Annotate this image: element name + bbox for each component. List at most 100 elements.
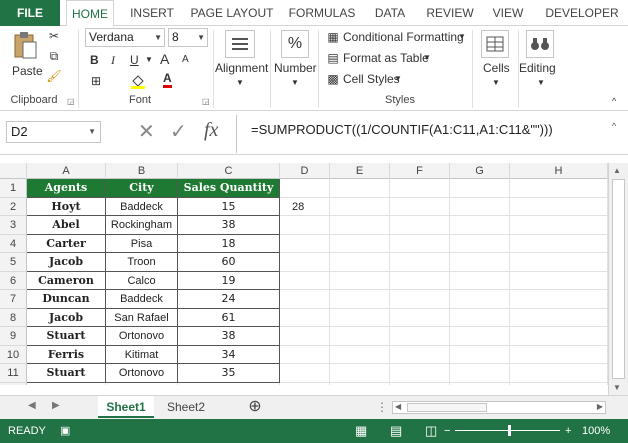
grid-cell[interactable] <box>390 290 450 309</box>
percent-icon[interactable]: % <box>281 30 309 58</box>
grid-cell[interactable] <box>390 308 450 327</box>
enter-icon[interactable]: ✓ <box>170 119 187 144</box>
format-painter-icon[interactable]: 🖌 <box>46 69 62 83</box>
paste-icon[interactable] <box>10 30 40 62</box>
table-cell[interactable]: Pisa <box>106 234 178 253</box>
grid-cell[interactable] <box>280 345 330 364</box>
grid-cell[interactable] <box>450 253 510 272</box>
grid-cell[interactable] <box>280 290 330 309</box>
expand-formula-icon[interactable]: ^ <box>612 121 616 131</box>
add-sheet-button[interactable]: ⊕ <box>240 396 270 418</box>
cut-icon[interactable]: ✂ <box>46 29 62 43</box>
bold-button[interactable]: B <box>90 53 99 67</box>
table-header-cell[interactable]: Sales Quantity <box>178 179 280 198</box>
grid-cell[interactable] <box>280 234 330 253</box>
tab-page-layout[interactable]: PAGE LAYOUT <box>188 0 276 26</box>
zoom-in-button[interactable]: + <box>565 419 571 443</box>
scroll-up-icon[interactable]: ▲ <box>613 166 621 175</box>
binoculars-icon[interactable] <box>526 30 554 58</box>
grid-cell[interactable] <box>390 234 450 253</box>
grid-cell[interactable] <box>280 179 330 198</box>
column-header[interactable]: B <box>106 163 178 179</box>
grid-cell[interactable] <box>450 271 510 290</box>
row-header[interactable]: 8 <box>0 308 27 327</box>
grid-cell[interactable] <box>450 197 510 216</box>
next-sheet-icon[interactable]: ▶ <box>52 400 60 411</box>
column-header[interactable]: A <box>27 163 106 179</box>
grid-cell[interactable] <box>280 271 330 290</box>
row-header[interactable]: 6 <box>0 271 27 290</box>
grow-font-button[interactable]: A <box>160 51 169 67</box>
grid-cell[interactable] <box>390 271 450 290</box>
insert-function-button[interactable]: fx <box>204 119 218 142</box>
grid-cell[interactable] <box>510 308 608 327</box>
table-cell[interactable]: 38 <box>178 327 280 346</box>
grid-cell[interactable] <box>280 364 330 383</box>
result-cell[interactable]: 28 <box>280 197 330 216</box>
table-cell[interactable]: Jacob <box>27 253 106 272</box>
prev-sheet-icon[interactable]: ◀ <box>28 400 36 411</box>
row-header[interactable]: 7 <box>0 290 27 309</box>
grid-cell[interactable] <box>510 216 608 235</box>
grid-cell[interactable] <box>510 382 608 385</box>
scroll-right-icon[interactable]: ▶ <box>597 402 603 411</box>
tab-review[interactable]: REVIEW <box>420 0 480 26</box>
grid-cell[interactable] <box>106 382 178 385</box>
horizontal-scrollbar[interactable]: ◀ ▶ <box>392 401 606 414</box>
grid-cell[interactable] <box>330 179 390 198</box>
collapse-ribbon-icon[interactable]: ^ <box>612 96 616 106</box>
table-cell[interactable]: 38 <box>178 216 280 235</box>
cells-button[interactable]: Cells <box>483 61 510 75</box>
table-cell[interactable]: San Rafael <box>106 308 178 327</box>
macro-record-icon[interactable]: ▣ <box>60 419 70 443</box>
grid-cell[interactable] <box>390 197 450 216</box>
select-all-corner[interactable] <box>0 163 27 179</box>
sheet-tab-sheet2[interactable]: Sheet2 <box>158 396 214 418</box>
row-header[interactable]: 5 <box>0 253 27 272</box>
grid-cell[interactable] <box>280 216 330 235</box>
tab-data[interactable]: DATA <box>368 0 412 26</box>
table-cell[interactable]: Duncan <box>27 290 106 309</box>
cancel-icon[interactable]: ✕ <box>138 119 155 144</box>
conditional-formatting-button[interactable]: Conditional Formatting <box>343 30 464 44</box>
grid-cell[interactable] <box>390 253 450 272</box>
table-cell[interactable]: Cameron <box>27 271 106 290</box>
table-cell[interactable]: Jacob <box>27 308 106 327</box>
fill-color-icon[interactable] <box>130 73 146 92</box>
grid-cell[interactable] <box>450 327 510 346</box>
grid-cell[interactable] <box>330 234 390 253</box>
grid-cell[interactable] <box>330 271 390 290</box>
copy-icon[interactable]: ⧉ <box>46 49 62 64</box>
scroll-down-icon[interactable]: ▼ <box>613 383 621 392</box>
row-header[interactable]: 12 <box>0 382 27 385</box>
worksheet-grid[interactable]: A B C D E F G H 1 Agents City Sales Quantit… <box>0 163 608 385</box>
grid-cell[interactable] <box>330 290 390 309</box>
row-header[interactable]: 3 <box>0 216 27 235</box>
table-cell[interactable]: Stuart <box>27 327 106 346</box>
zoom-out-button[interactable]: − <box>444 419 450 443</box>
grid-cell[interactable] <box>510 290 608 309</box>
table-cell[interactable]: Ortonovo <box>106 327 178 346</box>
grid-cell[interactable] <box>330 345 390 364</box>
tab-developer[interactable]: DEVELOPER <box>540 0 624 26</box>
row-header[interactable]: 1 <box>0 179 27 198</box>
grid-cell[interactable] <box>510 179 608 198</box>
cell-styles-button[interactable]: Cell Styles <box>343 72 400 86</box>
table-cell[interactable]: Kitimat <box>106 345 178 364</box>
borders-icon[interactable]: ⊞ <box>88 74 104 88</box>
font-launcher-icon[interactable]: ◲ <box>202 97 210 106</box>
grid-cell[interactable] <box>390 382 450 385</box>
grid-cell[interactable] <box>330 327 390 346</box>
grid-cell[interactable] <box>390 364 450 383</box>
table-cell[interactable]: 18 <box>178 234 280 253</box>
grid-cell[interactable] <box>450 364 510 383</box>
grid-cell[interactable] <box>27 382 106 385</box>
grid-cell[interactable] <box>510 345 608 364</box>
grid-cell[interactable] <box>510 271 608 290</box>
row-header[interactable]: 11 <box>0 364 27 383</box>
grid-cell[interactable] <box>330 197 390 216</box>
grid-cell[interactable] <box>390 345 450 364</box>
table-cell[interactable]: 24 <box>178 290 280 309</box>
number-button[interactable]: Number <box>274 61 317 75</box>
grid-cell[interactable] <box>450 179 510 198</box>
